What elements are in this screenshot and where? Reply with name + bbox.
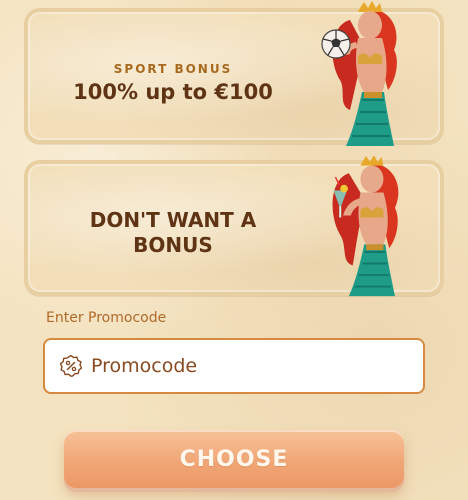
promocode-field[interactable] bbox=[43, 338, 425, 394]
promocode-label: Enter Promocode bbox=[46, 310, 167, 326]
no-bonus-card[interactable]: DON'T WANT A BONUS bbox=[24, 156, 444, 297]
mermaid-football-illustration bbox=[321, 1, 397, 146]
no-bonus-title-line1: DON'T WANT A bbox=[89, 208, 257, 232]
sport-bonus-title: 100% up to €100 bbox=[73, 80, 273, 104]
no-bonus-title-line2: BONUS bbox=[133, 233, 213, 257]
promocode-input[interactable] bbox=[91, 355, 391, 377]
mermaid-cocktail-illustration bbox=[332, 156, 399, 297]
percent-badge-icon bbox=[59, 354, 83, 377]
sport-bonus-card[interactable]: SPORT BONUS 100% up to €100 bbox=[24, 1, 444, 146]
choose-button[interactable]: CHOOSE bbox=[64, 430, 404, 488]
no-bonus-title: DON'T WANT A BONUS bbox=[28, 208, 318, 258]
sport-bonus-eyebrow: SPORT BONUS bbox=[113, 62, 233, 76]
